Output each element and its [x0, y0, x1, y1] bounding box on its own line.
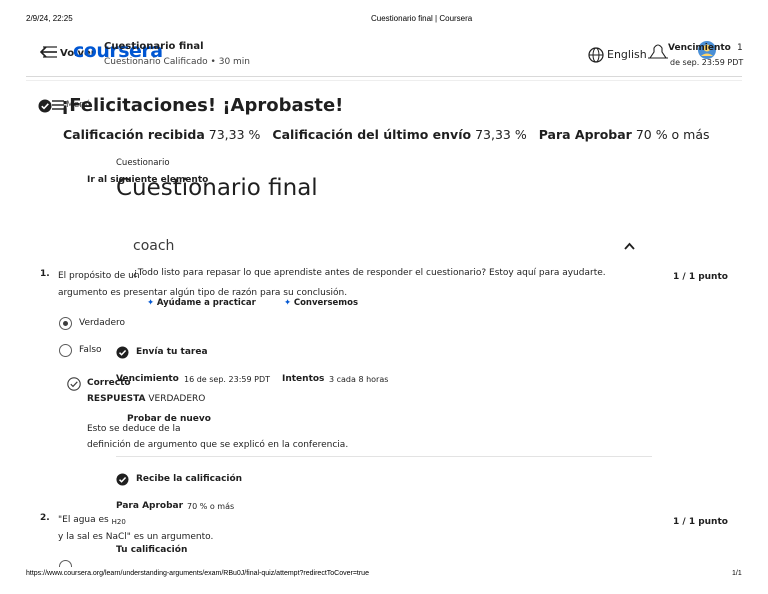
grade-step-title: Recibe la calificación	[136, 474, 243, 484]
chevron-up-icon[interactable]	[624, 242, 635, 250]
due-rest: de sep. 23:59 PDT	[670, 58, 744, 67]
pass-value: 70 % o más	[635, 127, 710, 142]
question-1-score: 1 / 1 punto	[673, 272, 728, 282]
quiz-subtitle: Cuestionario Calificado • 30 min	[104, 57, 251, 67]
coach-message: ¿Todo listo para repasar lo que aprendis…	[133, 268, 606, 278]
print-page-number: 1/1	[732, 570, 742, 577]
question-2-text: "El agua es H20	[58, 515, 126, 526]
submit-title: Envía tu tarea	[136, 347, 208, 357]
your-grade-label: Tu calificación	[116, 545, 188, 555]
answer-label: RESPUESTA	[87, 394, 146, 404]
pass-label: Para Aprobar	[538, 127, 632, 142]
print-doc-title: Cuestionario final | Coursera	[371, 14, 473, 23]
sparkle-icon: ✦	[284, 298, 292, 308]
grade-value: 73,33 %	[208, 127, 261, 142]
overlay-due-label: Vencimiento	[116, 374, 179, 384]
correct-check-icon	[67, 377, 81, 391]
answer-row: RESPUESTA VERDADERO	[87, 394, 205, 404]
sparkle-icon: ✦	[147, 298, 155, 308]
question-2-text-cont: y la sal es NaCl" es un argumento.	[58, 532, 214, 542]
success-check-icon	[38, 99, 52, 113]
explanation-line-2: definición de argumento que se explicó e…	[87, 440, 349, 450]
overlay-divider	[116, 456, 652, 457]
print-url: https://www.coursera.org/learn/understan…	[26, 570, 369, 577]
congrats-heading: ¡Felicitaciones! ¡Aprobaste!	[61, 95, 344, 116]
due-label: Vencimiento	[668, 43, 731, 53]
quiz-title: Cuestionario final	[104, 41, 204, 52]
attempts-label: Intentos	[282, 374, 325, 384]
retry-button[interactable]: Probar de nuevo	[127, 414, 211, 424]
option-falso-radio[interactable]	[59, 344, 72, 357]
last-grade-value: 73,33 %	[475, 127, 527, 142]
question-1-text: El propósito de un	[58, 271, 140, 281]
question-2-formula: H20	[111, 518, 126, 526]
language-selector[interactable]: English	[607, 48, 647, 61]
answer-value: VERDADERO	[148, 394, 206, 404]
due-day: 1	[737, 43, 743, 53]
bell-icon[interactable]	[647, 41, 669, 61]
print-datetime: 2/9/24, 22:25	[26, 14, 73, 23]
overlay-pass-label: Para Aprobar	[116, 501, 184, 511]
option-falso-label: Falso	[79, 345, 102, 355]
topbar-divider-2	[26, 80, 742, 81]
overlay-pass-value: 70 % o más	[187, 502, 235, 511]
back-arrow-icon[interactable]	[40, 45, 58, 59]
globe-icon[interactable]	[588, 47, 604, 63]
grade-label: Calificación recibida	[63, 127, 205, 142]
question-2-number: 2.	[40, 513, 50, 523]
question-1-number: 1.	[40, 269, 50, 279]
topbar-divider	[26, 76, 742, 77]
option-verdadero-radio[interactable]	[59, 317, 72, 330]
coach-practice-button[interactable]: ✦ Ayúdame a practicar	[147, 298, 256, 308]
question-1-text-cont: argumento es presentar algún tipo de raz…	[58, 288, 348, 298]
coach-chat-button[interactable]: ✦ Conversemos	[284, 298, 358, 308]
breadcrumb[interactable]: Cuestionario	[116, 158, 170, 168]
explanation-line-1: Esto se deduce de la	[87, 424, 181, 434]
question-2-radio-partial[interactable]	[59, 560, 72, 567]
attempts-value: 3 cada 8 horas	[329, 375, 389, 384]
check-circle-icon	[116, 346, 129, 359]
coach-title: coach	[133, 238, 175, 254]
question-2-score: 1 / 1 punto	[673, 517, 728, 527]
overlay-due-value: 16 de sep. 23:59 PDT	[184, 375, 270, 384]
last-grade-label: Calificación del último envío	[272, 127, 472, 142]
page-title: Cuestionario final	[116, 175, 318, 201]
grade-summary: Calificación recibida 73,33 % Calificaci…	[63, 127, 710, 142]
option-verdadero-label: Verdadero	[79, 318, 126, 328]
check-circle-icon	[116, 473, 129, 486]
